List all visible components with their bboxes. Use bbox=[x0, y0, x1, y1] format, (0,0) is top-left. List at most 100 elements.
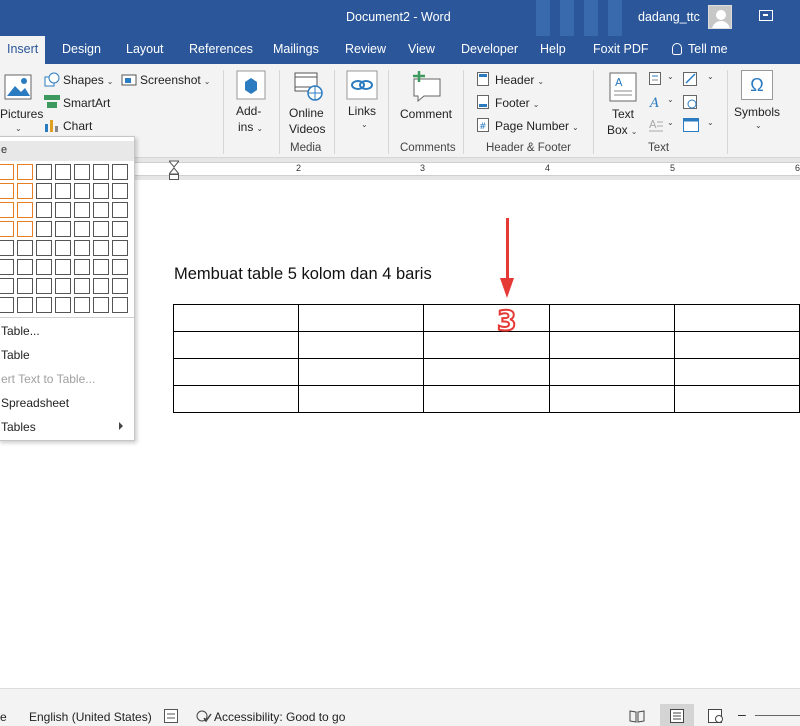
tab-developer[interactable]: Developer bbox=[461, 42, 518, 56]
table-grid-cell[interactable] bbox=[74, 259, 90, 275]
shapes-button[interactable]: Shapes ⌄ bbox=[63, 73, 113, 87]
tab-layout[interactable]: Layout bbox=[126, 42, 164, 56]
table-grid-cell[interactable] bbox=[17, 164, 33, 180]
footer-button[interactable]: Footer ⌄ bbox=[495, 96, 539, 110]
chevron-down-icon[interactable]: ⌄ bbox=[707, 72, 714, 81]
tab-design[interactable]: Design bbox=[62, 42, 101, 56]
text-box-button[interactable]: Text bbox=[612, 107, 634, 121]
table-grid-cell[interactable] bbox=[0, 221, 14, 237]
table-grid-cell[interactable] bbox=[93, 202, 109, 218]
tab-mailings[interactable]: Mailings bbox=[273, 42, 319, 56]
horizontal-ruler[interactable]: 2 3 4 5 6 bbox=[134, 162, 800, 176]
table-grid-cell[interactable] bbox=[36, 221, 52, 237]
pictures-button[interactable]: Pictures bbox=[0, 107, 43, 121]
new-comment-button[interactable]: Comment bbox=[400, 107, 452, 121]
table-grid-cell[interactable] bbox=[55, 221, 71, 237]
print-layout-icon[interactable] bbox=[669, 709, 685, 723]
user-avatar-icon[interactable] bbox=[708, 5, 732, 29]
table-grid-cell[interactable] bbox=[112, 297, 128, 313]
document-heading[interactable]: Membuat table 5 kolom dan 4 baris bbox=[174, 265, 432, 284]
table-grid-cell[interactable] bbox=[74, 164, 90, 180]
add-ins-label-line2[interactable]: ins ⌄ bbox=[238, 120, 263, 134]
tab-insert[interactable]: Insert bbox=[0, 36, 46, 64]
online-videos-button[interactable]: Online bbox=[289, 106, 324, 120]
drop-cap-icon[interactable]: A bbox=[649, 118, 663, 132]
tell-me-search[interactable]: Tell me bbox=[672, 42, 728, 56]
links-icon[interactable] bbox=[346, 70, 378, 100]
links-button[interactable]: Links bbox=[348, 104, 376, 118]
table-grid-cell[interactable] bbox=[55, 297, 71, 313]
table-grid-cell[interactable] bbox=[0, 278, 14, 294]
table-grid-cell[interactable] bbox=[93, 240, 109, 256]
table-grid-cell[interactable] bbox=[36, 202, 52, 218]
word-count-icon[interactable] bbox=[164, 709, 178, 723]
zoom-slider[interactable] bbox=[755, 715, 800, 716]
table-grid-cell[interactable] bbox=[55, 202, 71, 218]
table-grid-cell[interactable] bbox=[112, 240, 128, 256]
table-grid-cell[interactable] bbox=[55, 183, 71, 199]
excel-spreadsheet-item[interactable]: Spreadsheet bbox=[1, 396, 69, 410]
table-grid-cell[interactable] bbox=[55, 278, 71, 294]
table-grid-cell[interactable] bbox=[36, 164, 52, 180]
table-grid-cell[interactable] bbox=[17, 202, 33, 218]
table-grid-cell[interactable] bbox=[36, 240, 52, 256]
web-layout-icon[interactable] bbox=[708, 709, 724, 723]
date-time-icon[interactable] bbox=[683, 95, 697, 109]
pictures-icon[interactable] bbox=[4, 74, 32, 100]
table-grid-cell[interactable] bbox=[93, 297, 109, 313]
screenshot-button[interactable]: Screenshot ⌄ bbox=[140, 73, 210, 87]
tab-help[interactable]: Help bbox=[540, 42, 566, 56]
table-grid-cell[interactable] bbox=[55, 259, 71, 275]
document-page[interactable] bbox=[134, 180, 800, 688]
table-grid-cell[interactable] bbox=[17, 221, 33, 237]
symbols-icon[interactable]: Ω bbox=[741, 70, 773, 100]
header-button[interactable]: Header ⌄ bbox=[495, 73, 544, 87]
tab-foxit-pdf[interactable]: Foxit PDF bbox=[593, 42, 649, 56]
tab-review[interactable]: Review bbox=[345, 42, 386, 56]
table-grid-cell[interactable] bbox=[0, 164, 14, 180]
table-grid-cell[interactable] bbox=[74, 221, 90, 237]
table-grid-cell[interactable] bbox=[74, 297, 90, 313]
object-icon[interactable] bbox=[683, 118, 699, 132]
language-status[interactable]: English (United States) bbox=[29, 710, 152, 724]
table-grid-cell[interactable] bbox=[55, 240, 71, 256]
ribbon-display-options-icon[interactable] bbox=[759, 10, 773, 21]
table-grid-cell[interactable] bbox=[112, 278, 128, 294]
chevron-down-icon[interactable]: ⌄ bbox=[707, 118, 714, 127]
smartart-button[interactable]: SmartArt bbox=[63, 96, 110, 110]
add-ins-icon[interactable] bbox=[236, 70, 266, 100]
tab-references[interactable]: References bbox=[189, 42, 253, 56]
signature-line-icon[interactable] bbox=[683, 72, 697, 86]
table-grid-cell[interactable] bbox=[93, 259, 109, 275]
text-box-icon[interactable]: A bbox=[609, 72, 637, 102]
quick-parts-icon[interactable] bbox=[649, 72, 661, 85]
table-grid-cell[interactable] bbox=[112, 183, 128, 199]
table-grid-cell[interactable] bbox=[0, 202, 14, 218]
table-grid-cell[interactable] bbox=[55, 164, 71, 180]
table-grid-cell[interactable] bbox=[0, 240, 14, 256]
table-grid-cell[interactable] bbox=[93, 164, 109, 180]
draw-table-item[interactable]: Table bbox=[1, 348, 30, 362]
table-grid-cell[interactable] bbox=[17, 240, 33, 256]
table-grid-cell[interactable] bbox=[112, 164, 128, 180]
table-grid-cell[interactable] bbox=[17, 183, 33, 199]
document-table[interactable] bbox=[172, 304, 800, 413]
table-grid-cell[interactable] bbox=[17, 259, 33, 275]
table-grid-cell[interactable] bbox=[17, 297, 33, 313]
wordart-icon[interactable]: A bbox=[649, 95, 663, 108]
chevron-down-icon[interactable]: ⌄ bbox=[667, 72, 674, 81]
table-grid-cell[interactable] bbox=[112, 259, 128, 275]
page-number-button[interactable]: Page Number ⌄ bbox=[495, 119, 579, 133]
add-ins-button[interactable]: Add- bbox=[236, 104, 261, 118]
table-grid-cell[interactable] bbox=[0, 297, 14, 313]
table-grid-cell[interactable] bbox=[36, 278, 52, 294]
table-grid-cell[interactable] bbox=[74, 278, 90, 294]
table-grid-cell[interactable] bbox=[112, 202, 128, 218]
table-grid-cell[interactable] bbox=[74, 202, 90, 218]
table-grid-cell[interactable] bbox=[74, 240, 90, 256]
table-grid-cell[interactable] bbox=[93, 183, 109, 199]
table-grid-cell[interactable] bbox=[74, 183, 90, 199]
accessibility-status[interactable]: Accessibility: Good to go bbox=[214, 710, 345, 724]
table-grid-cell[interactable] bbox=[17, 278, 33, 294]
text-box-label-line2[interactable]: Box ⌄ bbox=[607, 123, 637, 137]
